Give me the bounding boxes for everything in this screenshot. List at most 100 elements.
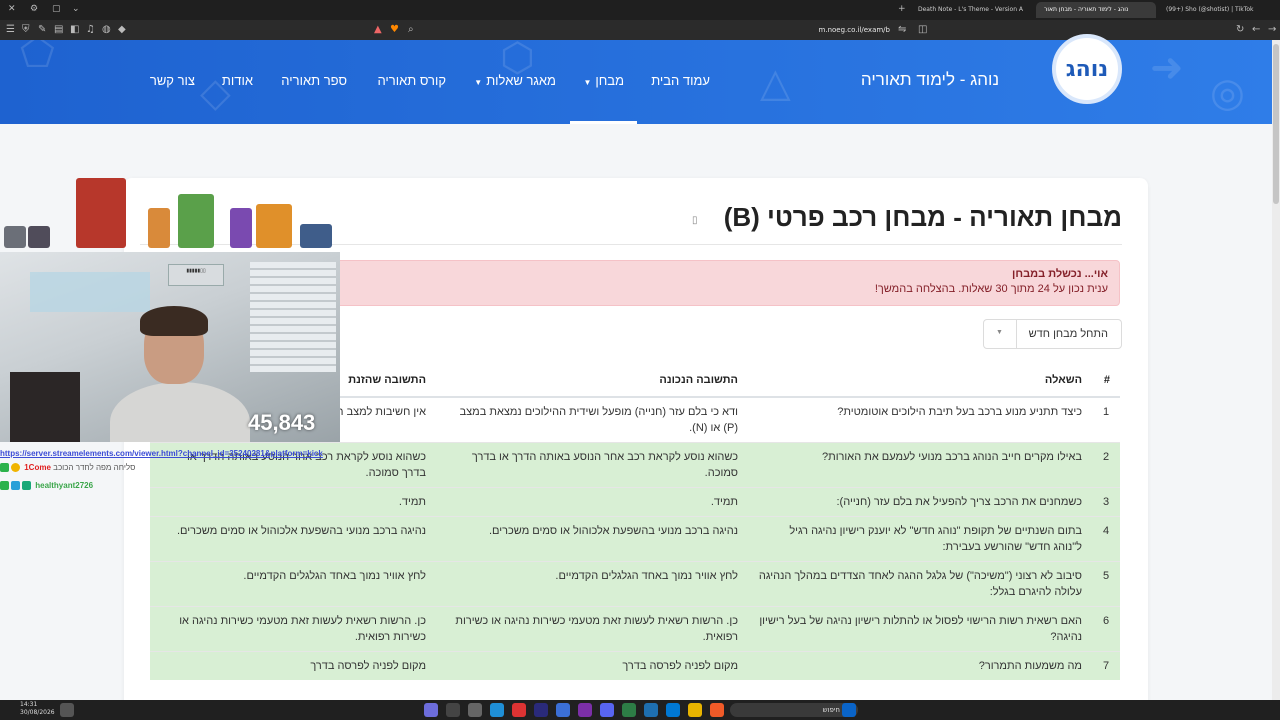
cell-given-answer: נהיגה ברכב מנועי בהשפעת אלכוהול או סמים … (150, 516, 436, 562)
app-icon[interactable] (666, 703, 680, 717)
badge-icon (22, 481, 31, 491)
brave-shield-icon[interactable]: ♥ (390, 24, 399, 35)
forward-icon[interactable]: → (1268, 24, 1276, 35)
site-brand[interactable]: נוהג - לימוד תאוריה (850, 70, 1010, 90)
wall-poster: ▮▮▮▮▮▯▯ (168, 264, 224, 286)
cell-question: האם רשאית רשות הרישוי לפסול או להתלות רי… (748, 606, 1092, 652)
sprite-image (76, 178, 126, 248)
cell-number: 1 (1092, 396, 1120, 443)
tab-tiktok[interactable]: (99+) Sho (@shotist) | TikTok (1158, 2, 1270, 18)
close-icon[interactable]: ✕ (8, 4, 16, 14)
window-icon[interactable]: ▢ (52, 4, 61, 14)
url-field[interactable]: m.noeg.co.il/exam/b (420, 23, 940, 37)
chat-link[interactable]: https://server.streamelements.com/viewer… (0, 448, 340, 459)
back-icon[interactable]: ← (1252, 24, 1260, 35)
nav-question-bank[interactable]: מאגר שאלות▼ (474, 73, 556, 88)
nav-about[interactable]: אודות (222, 73, 253, 88)
mouse-cursor-icon: ▯ (692, 215, 698, 226)
viewer-count: 45,843 (248, 410, 316, 435)
decor-icon: △ (760, 60, 791, 106)
tab-exam[interactable]: נוהג - לימוד תאוריה - מבחן תאור (1036, 2, 1156, 18)
new-tab-icon[interactable]: + (898, 4, 906, 14)
sprite-image (4, 226, 26, 248)
nav-theory-book[interactable]: ספר תאוריה (281, 73, 347, 88)
cell-given-answer: לחץ אוויר נמוך באחד הגלגלים הקדמיים. (150, 561, 436, 607)
search-icon[interactable]: ⌕ (408, 24, 414, 35)
site-logo[interactable]: נוהג (1052, 34, 1122, 104)
app-icon[interactable] (600, 703, 614, 717)
app-icon[interactable] (424, 703, 438, 717)
chat-message: 1Come סליחה מפה לחדר הכוכב (0, 459, 340, 477)
cell-number: 5 (1092, 561, 1120, 607)
page-title: מבחן תאוריה - מבחן רכב פרטי (B) (723, 202, 1122, 232)
app-icon[interactable] (468, 703, 482, 717)
browser-icon[interactable] (710, 703, 724, 717)
app-icon[interactable] (578, 703, 592, 717)
app-icon[interactable] (622, 703, 636, 717)
shield-icon[interactable]: ⛨ (22, 24, 30, 35)
nav-theory-course[interactable]: קורס תאוריה (377, 73, 446, 88)
app-icon[interactable] (512, 703, 526, 717)
nav-active-indicator (570, 121, 637, 124)
column-header-question: השאלה (748, 363, 1092, 398)
cell-question: באילו מקרים חייב הנוהג ברכב מנועי לעמעם … (748, 442, 1092, 488)
chat-icon[interactable]: ◍ (102, 24, 111, 35)
decor-icon: ◎ (1210, 70, 1245, 116)
column-header-num: # (1092, 363, 1120, 398)
app-icon[interactable] (534, 703, 548, 717)
decor-icon: ⬠ (20, 40, 55, 76)
menu-icon[interactable]: ☰ (6, 24, 15, 35)
new-exam-button[interactable]: התחל מבחן חדש ▼ (983, 319, 1122, 349)
chevron-down-icon[interactable]: ▼ (996, 329, 1003, 336)
cell-correct-answer: תמיד. (436, 487, 748, 517)
app-icon[interactable] (490, 703, 504, 717)
nav-contact[interactable]: צור קשר (150, 73, 195, 88)
windows-start-icon[interactable] (842, 703, 856, 717)
badge-icon (11, 481, 20, 491)
background-shelf (30, 272, 150, 312)
clock[interactable]: 14:31 30/08/2026 (20, 701, 55, 717)
os-taskbar: 14:31 30/08/2026 חיפוש (0, 700, 1280, 720)
app-icon[interactable] (644, 703, 658, 717)
extension-icon[interactable]: ✎ (38, 24, 46, 35)
reload-icon[interactable]: ↻ (1236, 24, 1244, 35)
streamer-image (110, 306, 250, 442)
app-icon[interactable] (556, 703, 570, 717)
cell-correct-answer: לחץ אוויר נמוך באחד הגלגלים הקדמיים. (436, 561, 748, 607)
browser-tab-bar: ✕ ⚙ ▢ ⌄ + Death Note - L's Theme - Versi… (0, 0, 1280, 20)
cell-correct-answer: ודא כי בלם עזר (חנייה) מופעל ושידית ההיל… (436, 396, 748, 443)
wallet-icon[interactable]: ◆ (118, 24, 126, 35)
cell-number: 2 (1092, 442, 1120, 488)
cell-given-answer: מקום לפניה לפרסה בדרך (150, 651, 436, 680)
cell-number: 4 (1092, 516, 1120, 562)
scrollbar-thumb[interactable] (1273, 44, 1279, 204)
taskbar-search[interactable]: חיפוש (730, 703, 858, 717)
bookmark-icon[interactable]: ◧ (70, 24, 79, 35)
music-icon[interactable]: ♫ (86, 24, 95, 35)
bookmark-page-icon[interactable]: ◫ (918, 24, 927, 35)
chat-username: 1Come (24, 463, 51, 472)
chat-message: healthyant2726 (0, 477, 340, 495)
caret-down-icon: ▼ (474, 78, 483, 87)
nav-home[interactable]: עמוד הבית (651, 73, 710, 88)
cell-correct-answer: נהיגה ברכב מנועי בהשפעת אלכוהול או סמים … (436, 516, 748, 562)
sprite-image (230, 208, 252, 248)
cell-number: 6 (1092, 606, 1120, 652)
folder-icon[interactable] (688, 703, 702, 717)
sidebar-icon[interactable]: ▤ (54, 24, 63, 35)
tab-music[interactable]: Death Note - L's Theme - Version A (910, 2, 1032, 18)
page-scrollbar[interactable] (1272, 40, 1280, 700)
chair-image (10, 372, 80, 442)
warning-icon[interactable]: ▲ (374, 24, 382, 35)
app-icon[interactable] (446, 703, 460, 717)
translate-icon[interactable]: ⇋ (898, 24, 906, 35)
table-row: 7 מה משמעות התמרור? מקום לפניה לפרסה בדרך מ… (150, 651, 1120, 680)
cell-question: מה משמעות התמרור? (748, 651, 1092, 680)
nav-exam[interactable]: מבחן▼ (583, 73, 624, 88)
emoji-icon (11, 463, 20, 473)
cell-question: בתום השנתיים של תקופת "נוהג חדש" לא יוענ… (748, 516, 1092, 562)
chevron-down-icon[interactable]: ⌄ (72, 4, 80, 14)
settings-icon[interactable]: ⚙ (30, 4, 38, 14)
volume-icon[interactable] (60, 703, 74, 717)
sprite-image (148, 208, 170, 248)
